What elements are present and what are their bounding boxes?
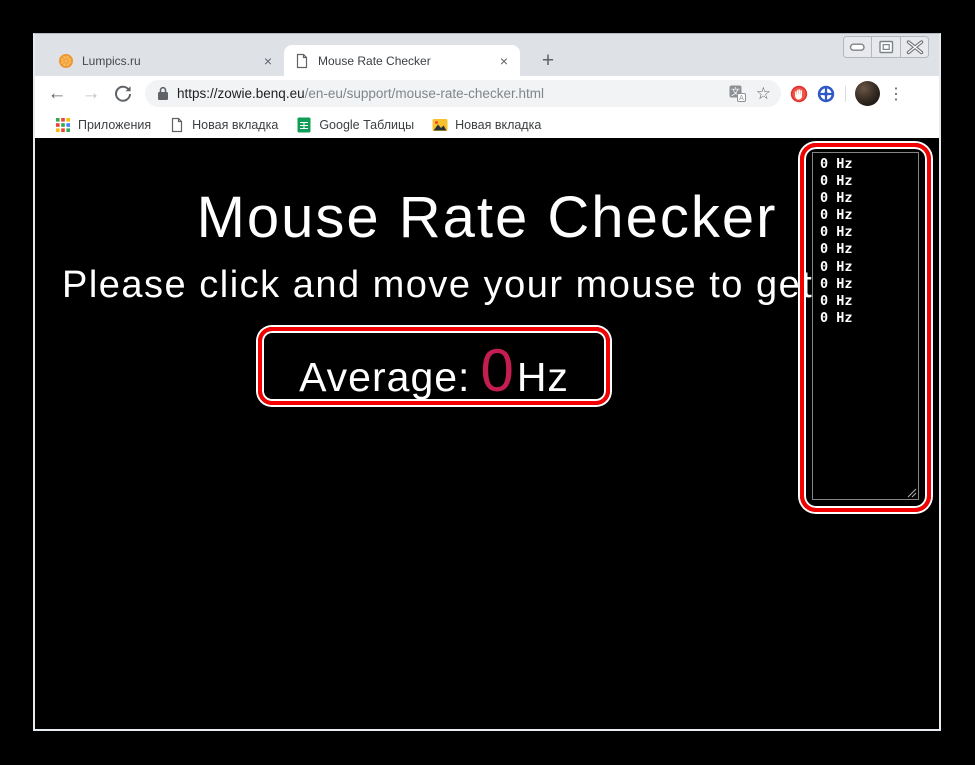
forward-icon: →	[81, 82, 101, 104]
browser-menu-icon[interactable]: ⋮	[886, 84, 906, 104]
lock-icon	[158, 86, 168, 100]
url-text[interactable]: https://zowie.benq.eu/en-eu/support/mous…	[177, 86, 719, 101]
rate-readings-textarea[interactable]: 0 Hz 0 Hz 0 Hz 0 Hz 0 Hz 0 Hz 0 Hz 0 Hz …	[812, 152, 919, 500]
rate-readings-list: 0 Hz 0 Hz 0 Hz 0 Hz 0 Hz 0 Hz 0 Hz 0 Hz …	[820, 156, 853, 326]
bookmark-label: Приложения	[78, 117, 152, 132]
profile-avatar[interactable]	[855, 81, 880, 106]
translate-icon[interactable]: 文 A	[729, 85, 746, 102]
bookmark-label: Google Таблицы	[319, 117, 415, 132]
google-sheets-icon	[297, 117, 311, 132]
maximize-icon	[879, 40, 894, 54]
bookmark-label: Новая вкладка	[455, 117, 542, 132]
average-rate-box: Average: 0 Hz	[258, 327, 610, 405]
back-icon[interactable]: ←	[45, 82, 69, 106]
address-bar[interactable]: https://zowie.benq.eu/en-eu/support/mous…	[145, 80, 781, 107]
hand-extension-icon[interactable]	[790, 85, 808, 103]
bookmark-apps[interactable]: Приложения	[55, 117, 151, 133]
page-subtitle: Please click and move your mouse to get	[62, 264, 814, 306]
tab-title: Lumpics.ru	[82, 53, 141, 68]
bookmark-google-sheets[interactable]: Google Таблицы	[296, 117, 414, 133]
tab-lumpics[interactable]: Lumpics.ru ×	[48, 45, 284, 76]
new-tab-button[interactable]: +	[535, 48, 561, 74]
browser-window: Lumpics.ru × Mouse Rate Checker × + ← → …	[33, 33, 941, 731]
average-value: 0	[480, 337, 514, 404]
star-icon[interactable]: ☆	[756, 85, 771, 102]
svg-text:A: A	[739, 95, 744, 102]
tab-close-icon[interactable]: ×	[496, 53, 512, 69]
bookmark-label: Новая вкладка	[192, 117, 279, 132]
page-title: Mouse Rate Checker	[196, 185, 778, 250]
reload-icon[interactable]	[111, 82, 135, 106]
url-host: https://zowie.benq.eu	[177, 86, 305, 101]
photo-icon	[432, 118, 448, 131]
browser-toolbar: ← → https://zowie.benq.eu/en-eu/support/…	[35, 76, 939, 111]
globe-extension-icon[interactable]	[817, 85, 835, 103]
tab-strip: Lumpics.ru × Mouse Rate Checker × +	[35, 34, 939, 76]
bookmark-new-tab-2[interactable]: Новая вкладка	[432, 117, 541, 133]
page-content[interactable]: Mouse Rate Checker Please click and move…	[35, 138, 939, 729]
minimize-icon	[849, 43, 865, 51]
tab-mouse-rate-checker[interactable]: Mouse Rate Checker ×	[284, 45, 520, 76]
window-controls[interactable]	[843, 36, 929, 59]
url-path: /en-eu/support/mouse-rate-checker.html	[304, 86, 544, 101]
tab-title: Mouse Rate Checker	[318, 53, 431, 68]
blank-page-icon	[296, 53, 308, 68]
average-unit: Hz	[516, 354, 569, 400]
blank-page-icon	[172, 117, 183, 132]
apps-grid-icon	[56, 117, 70, 132]
resize-handle-icon[interactable]	[907, 488, 917, 498]
average-label: Average:	[299, 354, 471, 400]
toolbar-separator	[845, 85, 846, 102]
bookmark-new-tab-1[interactable]: Новая вкладка	[169, 117, 278, 133]
orange-fruit-icon	[59, 53, 73, 68]
tab-close-icon[interactable]: ×	[260, 53, 276, 69]
bookmarks-bar: Приложения Новая вкладка Google Таблицы	[35, 111, 939, 138]
